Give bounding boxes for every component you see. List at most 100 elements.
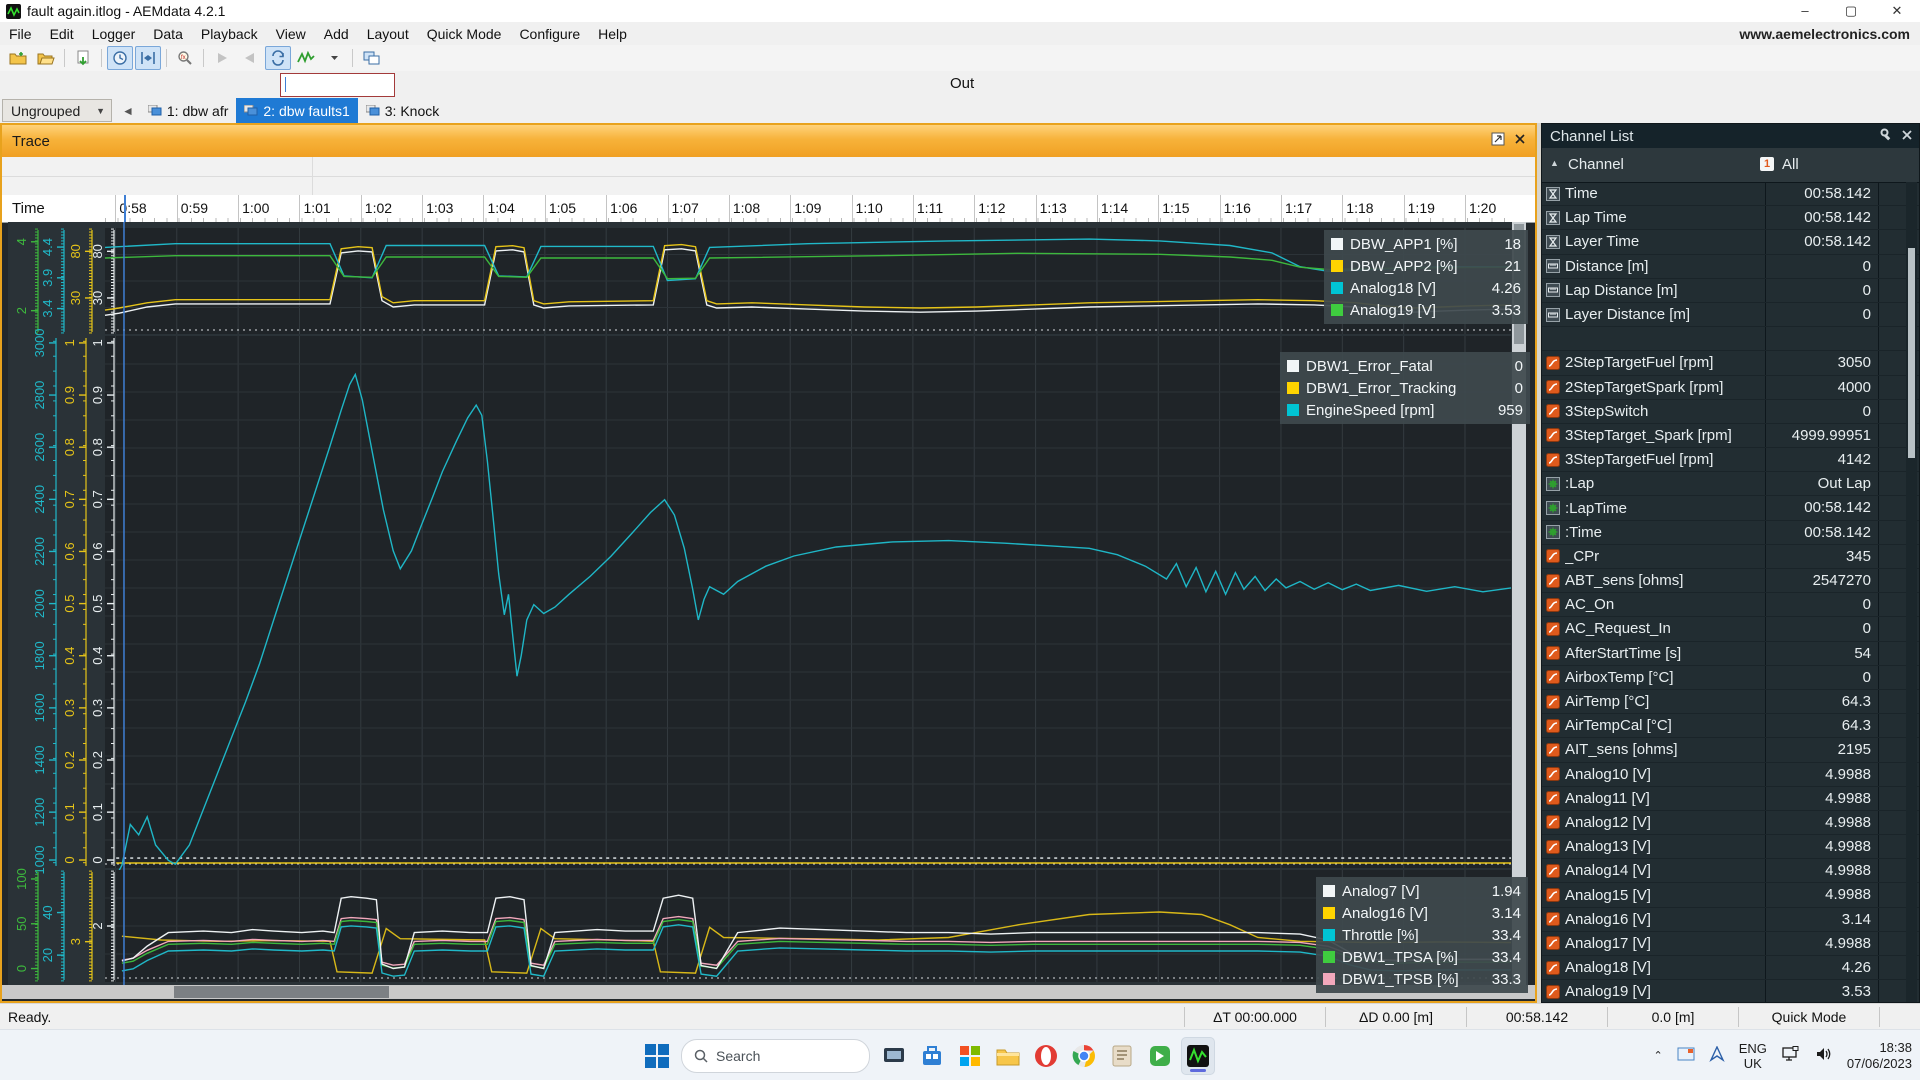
tab-scroll-left-icon[interactable]: ◄ [122,104,134,118]
close-icon[interactable] [1901,128,1913,145]
channel-row[interactable]: ABT_sens [ohms]2547270 [1542,569,1919,593]
trace-vertical-scrollbar[interactable] [1512,222,1526,985]
tab-2-dbw-faults1[interactable]: 2: dbw faults1 [236,98,357,123]
start-button[interactable] [640,1037,674,1075]
menu-layout[interactable]: Layout [358,24,418,44]
pedal-chart-legend[interactable]: DBW_APP1 [%]18DBW_APP2 [%]21Analog18 [V]… [1324,230,1528,324]
menu-file[interactable]: File [0,24,41,44]
scrollbar-thumb[interactable] [174,986,389,998]
aem-website-link[interactable]: www.aemelectronics.com [1739,26,1910,42]
edit-field[interactable] [280,73,395,97]
tray-clock[interactable]: 18:3807/06/2023 [1847,1040,1912,1072]
menu-logger[interactable]: Logger [83,24,145,44]
channel-row[interactable]: Analog15 [V]4.9988 [1542,883,1919,907]
channel-row[interactable]: Analog18 [V]4.26 [1542,956,1919,980]
tray-chevron-up-icon[interactable]: ⌃ [1654,1049,1663,1062]
channel-list-titlebar[interactable]: Channel List [1542,124,1919,148]
menu-add[interactable]: Add [315,24,358,44]
group-selector[interactable]: Ungrouped ▼ [2,99,112,122]
trace-horizontal-scrollbar[interactable] [2,985,1535,999]
channel-row[interactable]: Analog17 [V]4.9988 [1542,932,1919,956]
export-log-icon[interactable] [70,46,96,70]
reverse-icon[interactable] [237,46,263,70]
channel-row[interactable]: Layer Time00:58.142 [1542,230,1919,254]
bluestacks-icon[interactable] [1143,1037,1177,1075]
time-axis[interactable]: Time 0:580:591:001:011:021:031:041:051:0… [2,195,1535,223]
channel-row[interactable]: Layer Distance [m]0 [1542,303,1919,327]
aemdata-icon[interactable] [1181,1037,1215,1075]
notes-icon[interactable] [1105,1037,1139,1075]
tray-network-icon[interactable] [1781,1046,1801,1065]
zoom-extents-icon[interactable] [293,46,319,70]
filter-column-header[interactable]: All [1782,156,1799,173]
channel-row[interactable]: Analog10 [V]4.9988 [1542,763,1919,787]
opera-icon[interactable] [1029,1037,1063,1075]
menu-help[interactable]: Help [589,24,636,44]
channel-row[interactable]: AfterStartTime [s]54 [1542,642,1919,666]
layout-windows-icon[interactable] [358,46,384,70]
tab-1-dbw-afr[interactable]: 1: dbw afr [140,98,236,123]
channel-row[interactable]: Lap Distance [m]0 [1542,279,1919,303]
channel-row[interactable]: Analog14 [V]4.9988 [1542,859,1919,883]
channel-column-header[interactable]: Channel [1568,156,1624,173]
engine-chart-legend[interactable]: DBW1_Error_Fatal0DBW1_Error_Tracking0Eng… [1280,352,1530,424]
tray-volume-icon[interactable] [1815,1046,1833,1065]
minimize-icon[interactable]: – [1782,0,1828,22]
channel-row[interactable]: Analog12 [V]4.9988 [1542,811,1919,835]
popout-icon[interactable] [1491,132,1505,150]
channel-row[interactable]: AC_Request_In0 [1542,617,1919,641]
close-icon[interactable] [1513,132,1527,150]
maximize-icon[interactable]: ▢ [1828,0,1874,22]
close-icon[interactable]: ✕ [1874,0,1920,22]
tray-language[interactable]: ENGUK [1739,1041,1767,1071]
tray-location-icon[interactable] [1709,1046,1725,1065]
menu-edit[interactable]: Edit [41,24,83,44]
channel-row[interactable]: Analog19 [V]3.53 [1542,980,1919,1002]
channel-row[interactable]: AirTempCal [°C]64.3 [1542,714,1919,738]
channel-row[interactable]: Analog13 [V]4.9988 [1542,835,1919,859]
trace-plot-area[interactable]: 424.43.93.480308030300028002600240022002… [8,222,1526,985]
channel-row[interactable]: AC_On0 [1542,593,1919,617]
repeat-icon[interactable] [265,46,291,70]
new-log-icon[interactable] [5,46,31,70]
channel-row[interactable]: :LapTime00:58.142 [1542,496,1919,520]
sort-ascending-icon[interactable]: ▲ [1550,158,1559,168]
channel-row[interactable]: AirTemp [°C]64.3 [1542,690,1919,714]
menu-configure[interactable]: Configure [510,24,589,44]
channel-row[interactable]: Analog16 [V]3.14 [1542,908,1919,932]
open-log-icon[interactable] [33,46,59,70]
settings-wrench-icon[interactable] [1880,128,1893,145]
tab-3-knock[interactable]: 3: Knock [358,98,447,123]
find-icon[interactable]: fx [172,46,198,70]
tray-mail-icon[interactable] [1677,1047,1695,1064]
colorful-app-icon[interactable] [953,1037,987,1075]
menu-playback[interactable]: Playback [192,24,267,44]
chrome-icon[interactable] [1067,1037,1101,1075]
channel-row[interactable]: 3StepSwitch0 [1542,400,1919,424]
channel-row[interactable]: 2StepTargetFuel [rpm]3050 [1542,351,1919,375]
scrollbar-thumb[interactable] [1908,248,1915,458]
channel-row[interactable]: AirboxTemp [°C]0 [1542,666,1919,690]
channel-row[interactable]: AIT_sens [ohms]2195 [1542,738,1919,762]
channel-row[interactable]: 3StepTarget_Spark [rpm]4999.99951 [1542,424,1919,448]
channel-row[interactable]: _CPr345 [1542,545,1919,569]
channel-row[interactable]: Time00:58.142 [1542,182,1919,206]
throttle-chart-legend[interactable]: Analog7 [V]1.94Analog16 [V]3.14Throttle … [1316,877,1528,993]
file-explorer-icon[interactable] [991,1037,1025,1075]
channel-row[interactable]: 3StepTargetFuel [rpm]4142 [1542,448,1919,472]
trace-titlebar[interactable]: Trace [2,125,1535,158]
store-icon[interactable] [915,1037,949,1075]
channel-row[interactable]: 2StepTargetSpark [rpm]4000 [1542,376,1919,400]
channel-row[interactable]: :Time00:58.142 [1542,521,1919,545]
time-cursor-icon[interactable] [107,46,133,70]
play-icon[interactable] [209,46,235,70]
channel-list-scrollbar[interactable] [1906,182,1917,1002]
task-view-icon[interactable] [877,1037,911,1075]
channel-row[interactable]: Distance [m]0 [1542,255,1919,279]
menu-view[interactable]: View [267,24,315,44]
dropdown-caret[interactable] [321,46,347,70]
taskbar-search[interactable]: Search [681,1039,870,1073]
channel-row[interactable]: Lap Time00:58.142 [1542,206,1919,230]
channel-list-header[interactable]: ▲ Channel 1 All [1542,148,1919,183]
marker-icon[interactable] [135,46,161,70]
